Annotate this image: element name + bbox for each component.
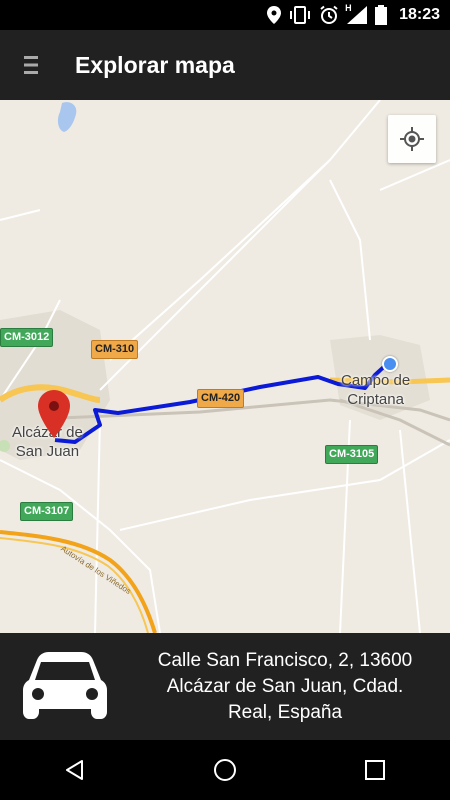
map-view[interactable]: CM-3012 CM-310 CM-420 CM-3105 CM-3107 Al… (0, 100, 450, 633)
network-type-label: H (345, 3, 352, 13)
town-name-line: Campo de (341, 372, 411, 389)
road-shield: CM-310 (91, 340, 139, 359)
my-location-button[interactable] (388, 115, 436, 163)
address-line: Calle San Francisco, 2, 13600 (157, 649, 413, 671)
location-icon (267, 6, 282, 24)
road-shield: CM-3012 (0, 328, 54, 347)
status-bar: H 18:23 (0, 0, 450, 30)
page-title: Explorar mapa (75, 51, 235, 78)
road-shield: CM-3105 (325, 445, 379, 464)
town-name-line: Criptana (347, 391, 404, 408)
address-line: Real, España (227, 701, 343, 723)
signal-icon: H (345, 3, 368, 24)
home-icon (214, 759, 236, 781)
menu-button[interactable] (0, 30, 62, 100)
alarm-icon (320, 5, 338, 24)
address-line: Alcázar de San Juan, Cdad. (166, 675, 404, 697)
recents-icon (365, 760, 385, 780)
hamburger-menu-icon (24, 56, 38, 74)
status-time: 18:23 (399, 6, 440, 23)
home-button[interactable] (195, 740, 255, 800)
vibrate-icon (290, 6, 311, 24)
road-shield: CM-3107 (20, 502, 74, 521)
town-name-line: San Juan (15, 443, 80, 460)
app-bar: Explorar mapa (0, 30, 450, 100)
info-panel: Calle San Francisco, 2, 13600 Alcázar de… (0, 633, 450, 740)
system-nav-bar (0, 740, 450, 800)
my-location-icon (400, 127, 424, 151)
back-icon (66, 760, 83, 780)
current-location-dot (382, 356, 398, 372)
recents-button[interactable] (345, 740, 405, 800)
address-text: Calle San Francisco, 2, 13600 Alcázar de… (130, 648, 450, 726)
road-shield: CM-420 (197, 389, 245, 408)
car-button[interactable] (0, 633, 130, 740)
town-label-campo: Campo de Criptana (341, 371, 410, 409)
back-button[interactable] (45, 740, 105, 800)
destination-pin[interactable] (38, 390, 70, 443)
map-pin-icon (38, 390, 70, 438)
car-icon (23, 651, 107, 719)
battery-icon (375, 5, 388, 25)
